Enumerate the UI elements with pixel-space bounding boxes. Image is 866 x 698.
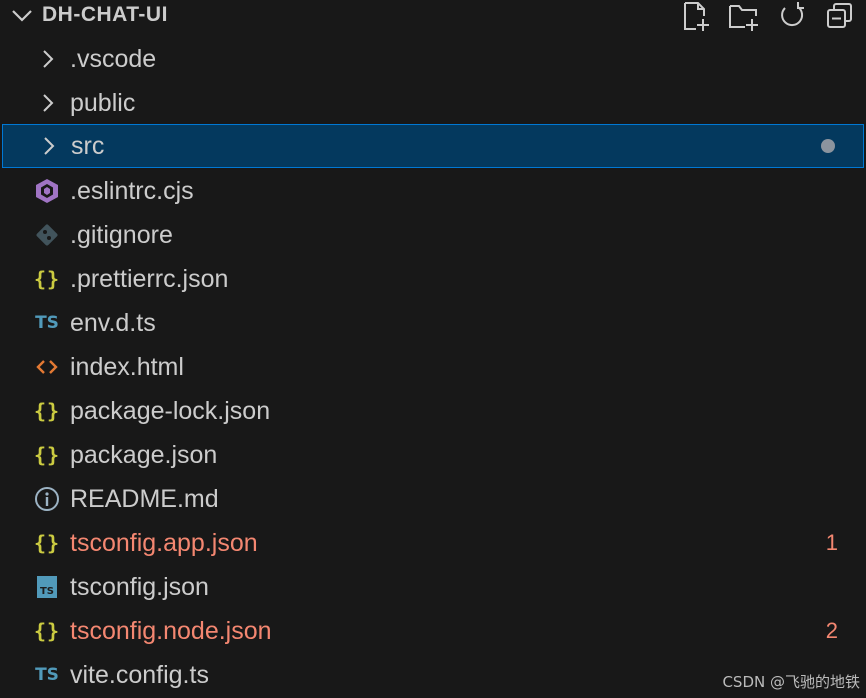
tree-item-label: package.json [70, 441, 218, 469]
tree-item-label: README.md [70, 485, 219, 513]
tree-item-tsconfig-app-json[interactable]: {} tsconfig.app.json 1 [2, 521, 864, 565]
json-icon: {} [33, 443, 61, 467]
tree-item-index-html[interactable]: index.html [2, 345, 864, 389]
tree-item-eslintrc[interactable]: .eslintrc.cjs [2, 169, 864, 213]
eslint-icon [32, 177, 62, 205]
collapse-all-icon[interactable] [824, 0, 856, 32]
json-icon: {} [33, 399, 61, 423]
tree-item-label: tsconfig.node.json [70, 617, 272, 645]
tree-item-label: public [70, 89, 136, 117]
tree-item-label: package-lock.json [70, 397, 271, 425]
problem-count-badge: 2 [825, 618, 838, 643]
tree-item-label: env.d.ts [70, 309, 156, 337]
chevron-down-icon[interactable] [10, 6, 34, 26]
tree-item-label: .vscode [70, 45, 157, 73]
tree-item-label: .eslintrc.cjs [70, 177, 194, 205]
tsconfig-icon: TS [32, 573, 62, 601]
tree-item-label: .prettierrc.json [70, 265, 229, 293]
chevron-right-icon[interactable] [39, 134, 59, 158]
tree-item-tsconfig-node-json[interactable]: {} tsconfig.node.json 2 [2, 609, 864, 653]
modified-dot-icon [821, 139, 835, 153]
git-icon [32, 221, 62, 249]
workspace-title: DH-CHAT-UI [42, 3, 168, 26]
tree-item-label: index.html [70, 353, 184, 381]
tree-item-label: .gitignore [70, 221, 173, 249]
tree-item-gitignore[interactable]: .gitignore [2, 213, 864, 257]
chevron-right-icon[interactable] [38, 91, 58, 115]
typescript-icon: TS [35, 313, 59, 333]
tree-item-label: src [71, 132, 105, 160]
typescript-icon: TS [35, 665, 59, 685]
tree-item-package-json[interactable]: {} package.json [2, 433, 864, 477]
tree-item-label: tsconfig.json [70, 573, 209, 601]
watermark-text: CSDN @飞驰的地铁 [722, 673, 860, 691]
tree-item-public[interactable]: public [2, 81, 864, 125]
tree-item-label: vite.config.ts [70, 661, 209, 689]
explorer-actions [680, 0, 856, 32]
json-icon: {} [33, 531, 61, 555]
refresh-icon[interactable] [776, 0, 808, 32]
file-explorer: DH-CHAT-UI .vscode public src .eslintrc.… [0, 0, 866, 698]
json-icon: {} [33, 267, 61, 291]
html-icon [32, 353, 62, 381]
explorer-header[interactable]: DH-CHAT-UI [0, 0, 866, 36]
new-folder-icon[interactable] [728, 0, 760, 32]
info-icon [32, 485, 62, 513]
tree-item-tsconfig-json[interactable]: TS tsconfig.json [2, 565, 864, 609]
tree-item-readme[interactable]: README.md [2, 477, 864, 521]
tree-item-package-lock-json[interactable]: {} package-lock.json [2, 389, 864, 433]
tree-item-src[interactable]: src [2, 124, 864, 168]
chevron-right-icon[interactable] [38, 47, 58, 71]
problem-count-badge: 1 [825, 530, 838, 555]
json-icon: {} [33, 619, 61, 643]
tree-item-env-d-ts[interactable]: TS env.d.ts [2, 301, 864, 345]
tree-item-prettierrc[interactable]: {} .prettierrc.json [2, 257, 864, 301]
tree-item-label: tsconfig.app.json [70, 529, 258, 557]
tsconfig-icon-text: TS [37, 576, 57, 598]
new-file-icon[interactable] [680, 0, 712, 32]
tree-item-vscode[interactable]: .vscode [2, 37, 864, 81]
